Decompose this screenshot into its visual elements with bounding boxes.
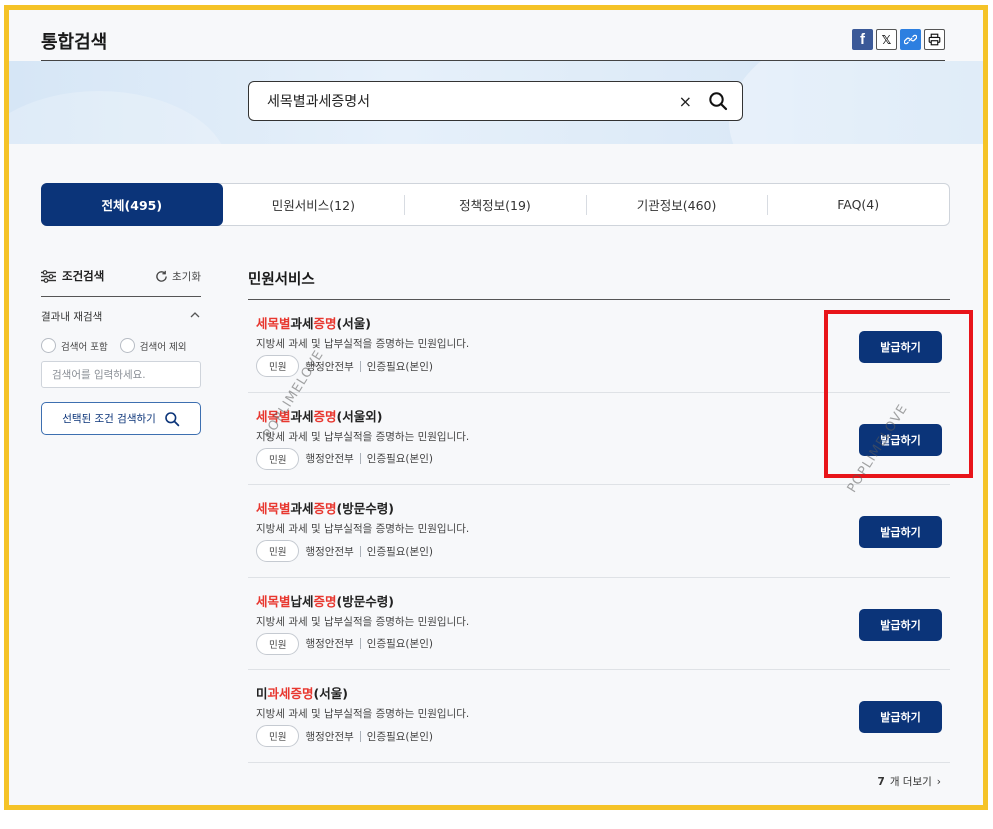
type-chip: 민원 bbox=[256, 447, 300, 470]
filter-title: 조건검색 bbox=[41, 268, 104, 284]
keyword-highlight: 세목별 bbox=[256, 593, 291, 609]
result-description: 지방세 과세 및 납부실적을 증명하는 민원입니다. bbox=[256, 708, 470, 720]
link-copy-icon[interactable] bbox=[900, 29, 921, 50]
screenshot-frame: 통합검색 f 𝕏 세목별과세증명서 × 전체(495) 민원서비스(12) 정책… bbox=[4, 5, 988, 810]
title-text: 납세 bbox=[290, 593, 314, 609]
auth-requirement: 인증필요(본인) bbox=[366, 545, 433, 558]
auth-requirement: 인증필요(본인) bbox=[366, 730, 433, 743]
search-input[interactable]: 세목별과세증명서 × bbox=[248, 81, 743, 121]
org-name: 행정안전부 bbox=[305, 638, 354, 650]
keyword-highlight: 증명 bbox=[313, 501, 337, 516]
result-description: 지방세 과세 및 납부실적을 증명하는 민원입니다. bbox=[256, 523, 470, 535]
search-icon bbox=[165, 411, 180, 426]
keyword-highlight: 증명 bbox=[313, 316, 337, 331]
keyword-highlight: 세목별 bbox=[256, 501, 291, 516]
type-chip: 민원 bbox=[256, 355, 300, 377]
category-tabs: 전체(495) 민원서비스(12) 정책정보(19) 기관정보(460) FAQ… bbox=[41, 183, 950, 226]
section-title: 민원서비스 bbox=[248, 272, 315, 288]
result-description: 지방세 과세 및 납부실적을 증명하는 민원입니다. bbox=[256, 615, 470, 628]
title-text: (방문수령) bbox=[336, 501, 394, 516]
issue-button[interactable]: 발급하기 bbox=[859, 516, 942, 548]
result-title[interactable]: 세목별납세증명(방문수령) bbox=[256, 591, 394, 610]
keyword-highlight: 증명 bbox=[313, 593, 337, 609]
annotation-highlight-box bbox=[824, 310, 973, 478]
title-text: 과세 bbox=[290, 501, 314, 516]
org-name: 행정안전부 bbox=[305, 453, 354, 465]
reset-label: 초기화 bbox=[172, 270, 201, 283]
filter-sliders-icon bbox=[41, 269, 56, 283]
tab-civil-service[interactable]: 민원서비스(12) bbox=[223, 184, 405, 225]
refine-title: 결과내 재검색 bbox=[41, 311, 103, 323]
org-name: 행정안전부 bbox=[305, 545, 354, 558]
title-text: 과세 bbox=[290, 316, 314, 331]
issue-button[interactable]: 발급하기 bbox=[859, 608, 942, 641]
include-keyword-label: 검색어 포함 bbox=[61, 341, 108, 353]
title-text: 미 bbox=[256, 686, 268, 701]
org-name: 행정안전부 bbox=[305, 730, 354, 743]
result-description: 지방세 과세 및 납부실적을 증명하는 민원입니다. bbox=[256, 338, 470, 350]
tab-all[interactable]: 전체(495) bbox=[41, 183, 223, 226]
filter-sidebar: 조건검색 초기화 결과내 재검색 검색어 포함 검색어 제외 검색어를 입력하세… bbox=[41, 265, 201, 435]
result-item: 세목별납세증명(방문수령) 지방세 과세 및 납부실적을 증명하는 민원입니다.… bbox=[248, 578, 950, 670]
include-keyword-radio[interactable]: 검색어 포함 bbox=[41, 338, 108, 353]
keyword-highlight: 과세증명 bbox=[267, 686, 314, 701]
type-chip: 민원 bbox=[256, 540, 300, 562]
exclude-keyword-label: 검색어 제외 bbox=[139, 341, 187, 353]
tab-faq[interactable]: FAQ(4) bbox=[767, 184, 949, 225]
refine-search-input[interactable]: 검색어를 입력하세요. bbox=[41, 361, 201, 388]
title-text: (서울) bbox=[313, 686, 348, 701]
search-icon[interactable] bbox=[708, 91, 728, 111]
result-item: 미과세증명(서울) 지방세 과세 및 납부실적을 증명하는 민원입니다. 민원 행… bbox=[248, 670, 950, 763]
search-query-text[interactable]: 세목별과세증명서 bbox=[267, 91, 679, 111]
more-label: 개 더보기 bbox=[889, 776, 932, 788]
refresh-icon bbox=[156, 270, 167, 282]
result-title[interactable]: 세목별과세증명(방문수령) bbox=[256, 498, 394, 517]
result-title[interactable]: 세목별과세증명(서울) bbox=[256, 313, 371, 332]
more-count: 7 bbox=[877, 775, 885, 788]
title-text: (방문수령) bbox=[336, 593, 394, 609]
filter-title-label: 조건검색 bbox=[62, 269, 105, 283]
auth-requirement: 인증필요(본인) bbox=[366, 360, 433, 373]
title-text: (서울외) bbox=[336, 408, 383, 424]
facebook-share-icon[interactable]: f bbox=[852, 29, 873, 50]
clear-icon[interactable]: × bbox=[679, 92, 692, 111]
share-toolbar: f 𝕏 bbox=[852, 29, 945, 50]
reset-button[interactable]: 초기화 bbox=[155, 269, 201, 284]
x-share-icon[interactable]: 𝕏 bbox=[876, 29, 897, 50]
search-banner: 세목별과세증명서 × bbox=[9, 61, 983, 144]
page-title: 통합검색 bbox=[41, 32, 108, 53]
type-chip: 민원 bbox=[256, 725, 300, 747]
issue-button[interactable]: 발급하기 bbox=[859, 701, 942, 733]
result-title[interactable]: 미과세증명(서울) bbox=[256, 683, 348, 702]
tab-agency[interactable]: 기관정보(460) bbox=[585, 184, 768, 225]
exclude-keyword-radio[interactable]: 검색어 제외 bbox=[119, 338, 187, 353]
chevron-right-icon: › bbox=[936, 775, 941, 788]
keyword-highlight: 세목별 bbox=[256, 316, 291, 331]
chevron-up-icon[interactable] bbox=[189, 309, 201, 321]
auth-requirement: 인증필요(본인) bbox=[366, 453, 433, 465]
result-item: 세목별과세증명(방문수령) 지방세 과세 및 납부실적을 증명하는 민원입니다.… bbox=[248, 485, 950, 578]
result-description: 지방세 과세 및 납부실적을 증명하는 민원입니다. bbox=[256, 430, 470, 443]
tab-policy[interactable]: 정책정보(19) bbox=[404, 184, 586, 225]
auth-requirement: 인증필요(본인) bbox=[366, 638, 433, 650]
keyword-highlight: 증명 bbox=[313, 408, 337, 424]
type-chip: 민원 bbox=[256, 632, 300, 655]
print-icon[interactable] bbox=[924, 29, 945, 50]
title-text: 과세 bbox=[290, 408, 314, 424]
more-results-link[interactable]: 7 개 더보기 › bbox=[878, 774, 942, 789]
condition-search-label: 선택된 조건 검색하기 bbox=[62, 413, 156, 425]
condition-search-button[interactable]: 선택된 조건 검색하기 bbox=[41, 402, 201, 435]
title-text: (서울) bbox=[336, 316, 371, 331]
